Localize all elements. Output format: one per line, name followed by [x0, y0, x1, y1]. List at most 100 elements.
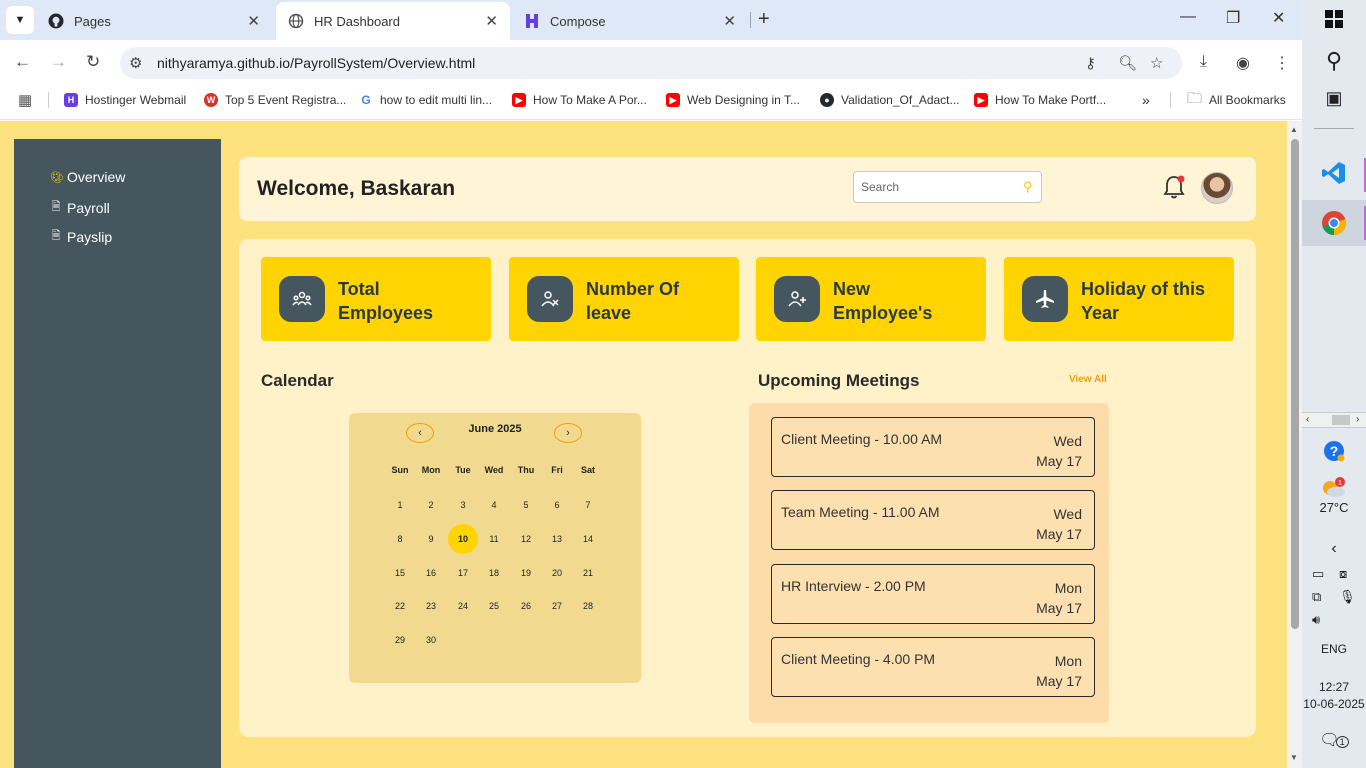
calendar-day[interactable]: 19	[511, 558, 541, 588]
scroll-up-icon[interactable]: ▲	[1290, 125, 1298, 134]
calendar-day[interactable]: 11	[479, 524, 509, 554]
bookmark-item[interactable]: W Top 5 Event Registra...	[204, 92, 346, 108]
scrollbar-thumb[interactable]	[1291, 139, 1299, 629]
calendar-day[interactable]: 6	[542, 490, 572, 520]
meeting-item[interactable]: HR Interview - 2.00 PM Mon May 17	[771, 564, 1095, 624]
network-icon[interactable]: ⧉	[1312, 589, 1321, 605]
meeting-item[interactable]: Team Meeting - 11.00 AM Wed May 17	[771, 490, 1095, 550]
bookmark-item[interactable]: ▶ Web Designing in T...	[666, 92, 800, 108]
search-input[interactable]	[853, 171, 1042, 203]
calendar-next-button[interactable]: ›	[554, 423, 582, 443]
meeting-item[interactable]: Client Meeting - 10.00 AM Wed May 17	[771, 417, 1095, 477]
volume-icon[interactable]: 🔊︎	[1312, 612, 1320, 628]
bookmark-item[interactable]: G how to edit multi lin...	[359, 92, 492, 108]
tab-hr-dashboard[interactable]: HR Dashboard ✕	[276, 2, 510, 40]
language-indicator[interactable]: ENG	[1302, 642, 1366, 656]
maximize-button[interactable]: ❐	[1226, 8, 1240, 28]
calendar-day[interactable]: 20	[542, 558, 572, 588]
more-bookmarks-chevron-icon[interactable]: »	[1142, 92, 1150, 108]
stat-card-holidays[interactable]: Holiday of this Year	[1004, 257, 1234, 341]
forward-button[interactable]: →	[50, 52, 67, 72]
help-icon[interactable]: ?	[1302, 440, 1366, 467]
page-scrollbar[interactable]: ▲ ▼	[1287, 121, 1302, 768]
minimize-button[interactable]: —	[1180, 8, 1196, 26]
microphone-icon[interactable]: 🎙︎	[1339, 589, 1356, 605]
tab-search-dropdown-button[interactable]: ▼	[6, 6, 34, 34]
calendar-day[interactable]: 29	[385, 625, 415, 655]
calendar-day[interactable]: 8	[385, 524, 415, 554]
vscode-icon[interactable]	[1302, 152, 1366, 198]
calendar-day[interactable]: 9	[416, 524, 446, 554]
chrome-icon[interactable]	[1302, 200, 1366, 246]
calendar-day-today[interactable]: 10	[448, 523, 478, 554]
password-key-icon[interactable]: ⚷	[1085, 54, 1096, 72]
windows-start-icon[interactable]	[1302, 10, 1366, 33]
scroll-down-icon[interactable]: ▼	[1290, 753, 1298, 762]
calendar-day[interactable]: 27	[542, 591, 572, 621]
calendar-day[interactable]: 14	[573, 524, 603, 554]
profile-icon[interactable]: ◉	[1236, 53, 1250, 73]
notifications-icon[interactable]: 🗨︎1	[1302, 730, 1366, 750]
bookmark-item[interactable]: ▶ How To Make A Por...	[512, 92, 647, 108]
scroll-right-icon[interactable]: ›	[1356, 414, 1359, 425]
calendar-day[interactable]: 25	[479, 591, 509, 621]
task-view-icon[interactable]: ▣	[1302, 88, 1366, 109]
tab-compose[interactable]: Compose ✕	[512, 2, 748, 40]
search-icon[interactable]: ⚲	[1023, 179, 1033, 195]
menu-icon[interactable]: ⋮	[1274, 53, 1290, 73]
calendar-day[interactable]: 12	[511, 524, 541, 554]
calendar-day[interactable]: 16	[416, 558, 446, 588]
calendar-day[interactable]: 28	[573, 591, 603, 621]
calendar-day[interactable]: 5	[511, 490, 541, 520]
calendar-day[interactable]: 13	[542, 524, 572, 554]
search-icon[interactable]: ⚲	[1302, 48, 1366, 74]
calendar-day[interactable]: 4	[479, 490, 509, 520]
back-button[interactable]: ←	[14, 52, 31, 72]
calendar-day[interactable]: 30	[416, 625, 446, 655]
calendar-day[interactable]: 26	[511, 591, 541, 621]
weather-icon[interactable]: 1	[1302, 476, 1366, 503]
meeting-item[interactable]: Client Meeting - 4.00 PM Mon May 17	[771, 637, 1095, 697]
close-tab-icon[interactable]: ✕	[485, 12, 498, 30]
stat-card-new-employees[interactable]: New Employee's	[756, 257, 986, 341]
close-tab-icon[interactable]: ✕	[247, 12, 260, 30]
bookmark-item[interactable]: H Hostinger Webmail	[64, 92, 186, 108]
sidebar-item-payroll[interactable]: 🗎 Payroll	[50, 198, 110, 217]
clock-date[interactable]: 10-06-2025	[1302, 697, 1366, 711]
reload-button[interactable]: ↻	[86, 52, 100, 72]
calendar-day[interactable]: 15	[385, 558, 415, 588]
site-settings-icon[interactable]: ⚙	[129, 54, 142, 72]
clock-time[interactable]: 12:27	[1302, 680, 1366, 694]
taskbar-hscrollbar[interactable]: ‹ ›	[1302, 412, 1366, 428]
bookmark-star-icon[interactable]: ☆	[1150, 54, 1163, 72]
calendar-day[interactable]: 2	[416, 490, 446, 520]
view-all-link[interactable]: View All	[1069, 374, 1107, 385]
calendar-day[interactable]: 18	[479, 558, 509, 588]
close-window-button[interactable]: ✕	[1272, 8, 1285, 28]
zoom-icon[interactable]: 🔍︎	[1118, 54, 1137, 72]
avatar[interactable]	[1201, 172, 1233, 204]
scroll-left-icon[interactable]: ‹	[1306, 414, 1309, 425]
url-input[interactable]: nithyaramya.github.io/PayrollSystem/Over…	[120, 47, 1182, 79]
calendar-day[interactable]: 1	[385, 490, 415, 520]
scrollbar-thumb[interactable]	[1332, 415, 1350, 425]
sidebar-item-overview[interactable]: 🎨︎ Overview	[50, 169, 125, 185]
calendar-day[interactable]: 23	[416, 591, 446, 621]
bookmark-item[interactable]: ● Validation_Of_Adact...	[820, 92, 960, 108]
calendar-day[interactable]: 17	[448, 558, 478, 588]
close-tab-icon[interactable]: ✕	[723, 12, 736, 30]
sidebar-item-payslip[interactable]: 🗎 Payslip	[50, 227, 113, 246]
calendar-day[interactable]: 22	[385, 591, 415, 621]
battery-icon[interactable]: ▭	[1312, 566, 1324, 582]
stat-card-number-of-leave[interactable]: Number Of leave	[509, 257, 739, 341]
download-icon[interactable]: ⤓	[1200, 53, 1207, 71]
calendar-day[interactable]: 7	[573, 490, 603, 520]
calendar-day[interactable]: 3	[448, 490, 478, 520]
camera-icon[interactable]: ⧇	[1339, 566, 1347, 582]
new-tab-button[interactable]: +	[758, 8, 770, 31]
notification-bell-icon[interactable]	[1162, 173, 1186, 201]
calendar-day[interactable]: 24	[448, 591, 478, 621]
stat-card-total-employees[interactable]: Total Employees	[261, 257, 491, 341]
all-bookmarks-button[interactable]: 🗀 All Bookmarks	[1187, 90, 1286, 108]
show-hidden-icons-chevron-icon[interactable]: ‹	[1302, 540, 1366, 558]
